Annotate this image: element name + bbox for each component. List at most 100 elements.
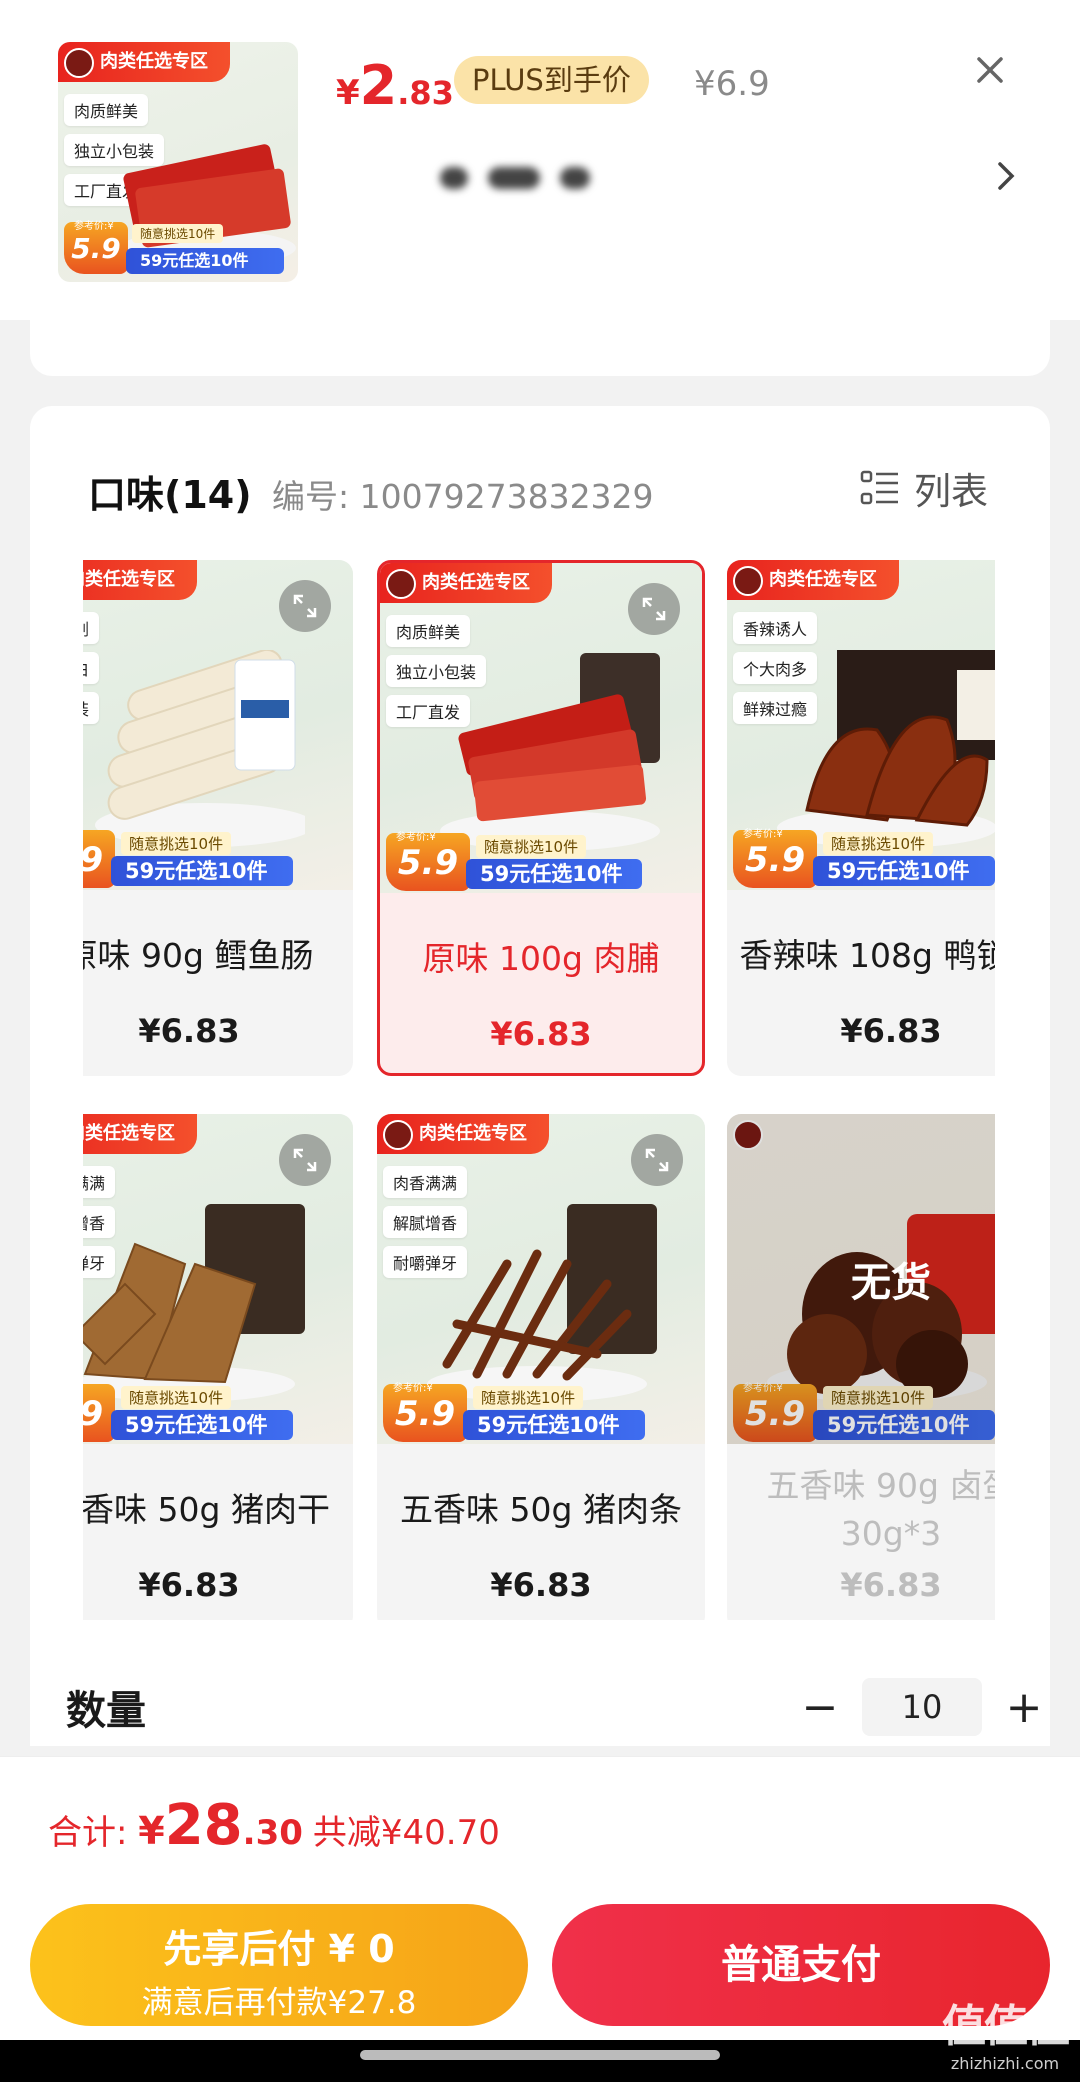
promo-main: 59元任选10件	[111, 1410, 293, 1440]
flavor-card: 口味(14) 编号: 10079273832329 列表 肉类任选专区 无色剂 …	[30, 406, 1050, 1746]
system-nav-bar	[0, 2040, 1080, 2082]
address-card-bottom	[30, 310, 1050, 376]
product-name: 五香味 90g 卤蛋 30g*3	[766, 1466, 995, 1553]
feature-tag: 香辣诱人	[733, 612, 818, 644]
feature-tag: 肉香满满	[83, 1166, 116, 1198]
promo-bar: 参考价:¥5.9 随意挑选10件 59元任选10件	[380, 829, 702, 893]
product-price: ¥6.83	[490, 1566, 592, 1604]
promo-main: 59元任选10件	[813, 856, 995, 886]
product-header: 肉类任选专区 肉质鲜美 独立小包装 工厂直发 参考价:¥ 5.9 随意挑选10件…	[0, 0, 1080, 320]
product-price: ¥6.83	[840, 1566, 942, 1604]
watermark: 值值值 zhizhizhi.com	[942, 2001, 1070, 2073]
flavor-option[interactable]: 肉类任选专区 香辣诱人 个大肉多 鲜辣过瘾 参考价:¥ 5.9 随意挑选10件 …	[727, 560, 995, 1076]
pay-later-button[interactable]: 先享后付 ¥ 0 满意后再付款¥27.8	[30, 1904, 528, 2026]
plus-price-tag: PLUS到手价	[454, 56, 649, 104]
expand-icon[interactable]	[628, 583, 680, 635]
product-image: 参考价:¥ 5.9 随意挑选10件 59元任选10件 无货	[727, 1114, 995, 1444]
thumb-promo-top: 随意挑选10件	[132, 224, 224, 243]
decrease-button[interactable]: −	[790, 1678, 850, 1736]
home-indicator[interactable]	[360, 2050, 720, 2060]
product-name: 五香味 50g 猪肉干	[83, 1490, 330, 1529]
expand-icon[interactable]	[279, 580, 331, 632]
promo-bar: 参考价:¥5.9 随意挑选10件 59元任选10件	[83, 826, 353, 890]
blurred-address	[440, 158, 620, 198]
brand-logo	[733, 566, 763, 596]
list-view-toggle[interactable]: 列表	[860, 466, 988, 513]
product-image: 肉类任选专区 肉香满满 解腻增香 耐嚼弹牙	[83, 1114, 353, 1444]
flavor-option-out-of-stock[interactable]: 参考价:¥ 5.9 随意挑选10件 59元任选10件 无货 五香味 90g 卤蛋 …	[727, 1114, 995, 1620]
total-bar: 合计: ¥28.30 共减¥40.70	[0, 1756, 1080, 1890]
promo-bar: 参考价:¥5.9 随意挑选10件 59元任选10件	[377, 1380, 705, 1444]
product-thumbnail[interactable]: 肉类任选专区 肉质鲜美 独立小包装 工厂直发 参考价:¥ 5.9 随意挑选10件…	[58, 42, 298, 282]
product-name: 原味 90g 鳕鱼肠	[83, 936, 314, 975]
product-name: 原味 100g 肉脯	[422, 939, 660, 978]
brand-banner: 肉类任选专区	[83, 1114, 197, 1154]
out-of-stock-overlay: 无货	[727, 1114, 995, 1444]
promo-bar: 参考价:¥5.9 随意挑选10件 59元任选10件	[83, 1380, 353, 1444]
close-button[interactable]	[968, 48, 1012, 92]
increase-button[interactable]: +	[994, 1678, 1054, 1736]
flavor-grid[interactable]: 肉类任选专区 无色剂 高蛋白 小包装	[83, 560, 995, 1620]
thumb-promo-badge: 参考价:¥ 5.9	[64, 221, 128, 274]
product-price: ¥6.83	[138, 1012, 240, 1050]
promo-main: 59元任选10件	[466, 859, 642, 889]
product-price: ¥6.83	[490, 1015, 592, 1053]
brand-logo	[386, 569, 416, 599]
flavor-option-selected[interactable]: 肉类任选专区 肉质鲜美 独立小包装 工厂直发 参考价:¥ 5.9 随意挑选10件…	[377, 560, 705, 1076]
promo-main: 59元任选10件	[463, 1410, 645, 1440]
pay-later-subtitle: 满意后再付款¥27.8	[141, 1985, 417, 2021]
promo-top: 随意挑选10件	[121, 832, 232, 855]
flavor-option[interactable]: 肉类任选专区 肉香满满 解腻增香 耐嚼弹牙	[83, 1114, 353, 1620]
feature-tag: 无色剂	[83, 612, 100, 644]
quantity-stepper: − 10 +	[790, 1678, 1054, 1736]
pay-later-title: 先享后付 ¥ 0	[163, 1927, 395, 1971]
sausage-image	[95, 650, 305, 847]
jerky-image	[440, 653, 660, 851]
quantity-label: 数量	[66, 1688, 146, 1734]
promo-badge: 参考价:¥5.9	[383, 1383, 467, 1442]
thumb-promo-main: 59元任选10件	[126, 248, 284, 274]
product-name: 五香味 50g 猪肉条	[400, 1490, 682, 1529]
promo-top: 随意挑选10件	[476, 835, 587, 858]
product-price: ¥6.83	[840, 1012, 942, 1050]
payment-bar: 先享后付 ¥ 0 满意后再付款¥27.8 普通支付	[0, 1890, 1080, 2040]
promo-main: 59元任选10件	[111, 856, 293, 886]
promo-badge: 参考价:¥5.9	[386, 832, 470, 891]
feature-tag: 肉香满满	[383, 1166, 468, 1198]
thumb-feature: 肉质鲜美	[64, 94, 149, 126]
flavor-option[interactable]: 肉类任选专区 无色剂 高蛋白 小包装	[83, 560, 353, 1076]
product-image: 肉类任选专区 肉质鲜美 独立小包装 工厂直发 参考价:¥ 5.9 随意挑选10件…	[380, 563, 702, 893]
dried-pork-image	[83, 1204, 305, 1402]
brand-banner: 肉类任选专区	[83, 560, 197, 600]
list-icon	[860, 470, 898, 505]
quantity-input[interactable]: 10	[862, 1678, 982, 1736]
promo-top: 随意挑选10件	[823, 832, 934, 855]
order-total: 合计: ¥28.30 共减¥40.70	[48, 1793, 500, 1858]
product-price: ¥6.83	[138, 1566, 240, 1604]
promo-top: 随意挑选10件	[473, 1386, 584, 1409]
flavor-title: 口味(14)	[88, 473, 252, 517]
product-image: 肉类任选专区 无色剂 高蛋白 小包装	[83, 560, 353, 890]
brand-logo	[64, 48, 94, 78]
thumb-promo-bar: 参考价:¥ 5.9 随意挑选10件 59元任选10件	[58, 218, 298, 282]
flavor-option[interactable]: 肉类任选专区 肉香满满 解腻增香 耐嚼弹牙	[377, 1114, 705, 1620]
out-of-stock-label: 无货	[851, 1260, 931, 1306]
promo-bar: 参考价:¥5.9 随意挑选10件 59元任选10件	[727, 826, 995, 890]
product-name: 香辣味 108g 鸭锁骨	[739, 936, 995, 975]
product-image: 肉类任选专区 肉香满满 解腻增香 耐嚼弹牙	[377, 1114, 705, 1444]
list-view-label: 列表	[914, 470, 988, 513]
chevron-right-icon[interactable]	[990, 156, 1020, 196]
brand-logo	[383, 1120, 413, 1150]
promo-badge: 参考价:¥5.9	[733, 829, 817, 888]
feature-tag: 肉质鲜美	[386, 615, 471, 647]
close-icon	[977, 57, 1003, 83]
current-price: ¥2.83	[336, 54, 454, 117]
product-image: 肉类任选专区 香辣诱人 个大肉多 鲜辣过瘾 参考价:¥ 5.9 随意挑选10件 …	[727, 560, 995, 890]
promo-top: 随意挑选10件	[121, 1386, 232, 1409]
expand-icon[interactable]	[631, 1134, 683, 1186]
original-price: ¥6.9	[694, 64, 770, 104]
discount-amount: 共减¥40.70	[312, 1813, 500, 1853]
pork-strips-image	[427, 1204, 657, 1402]
expand-icon[interactable]	[279, 1134, 331, 1186]
item-code: 编号: 10079273832329	[272, 477, 654, 516]
